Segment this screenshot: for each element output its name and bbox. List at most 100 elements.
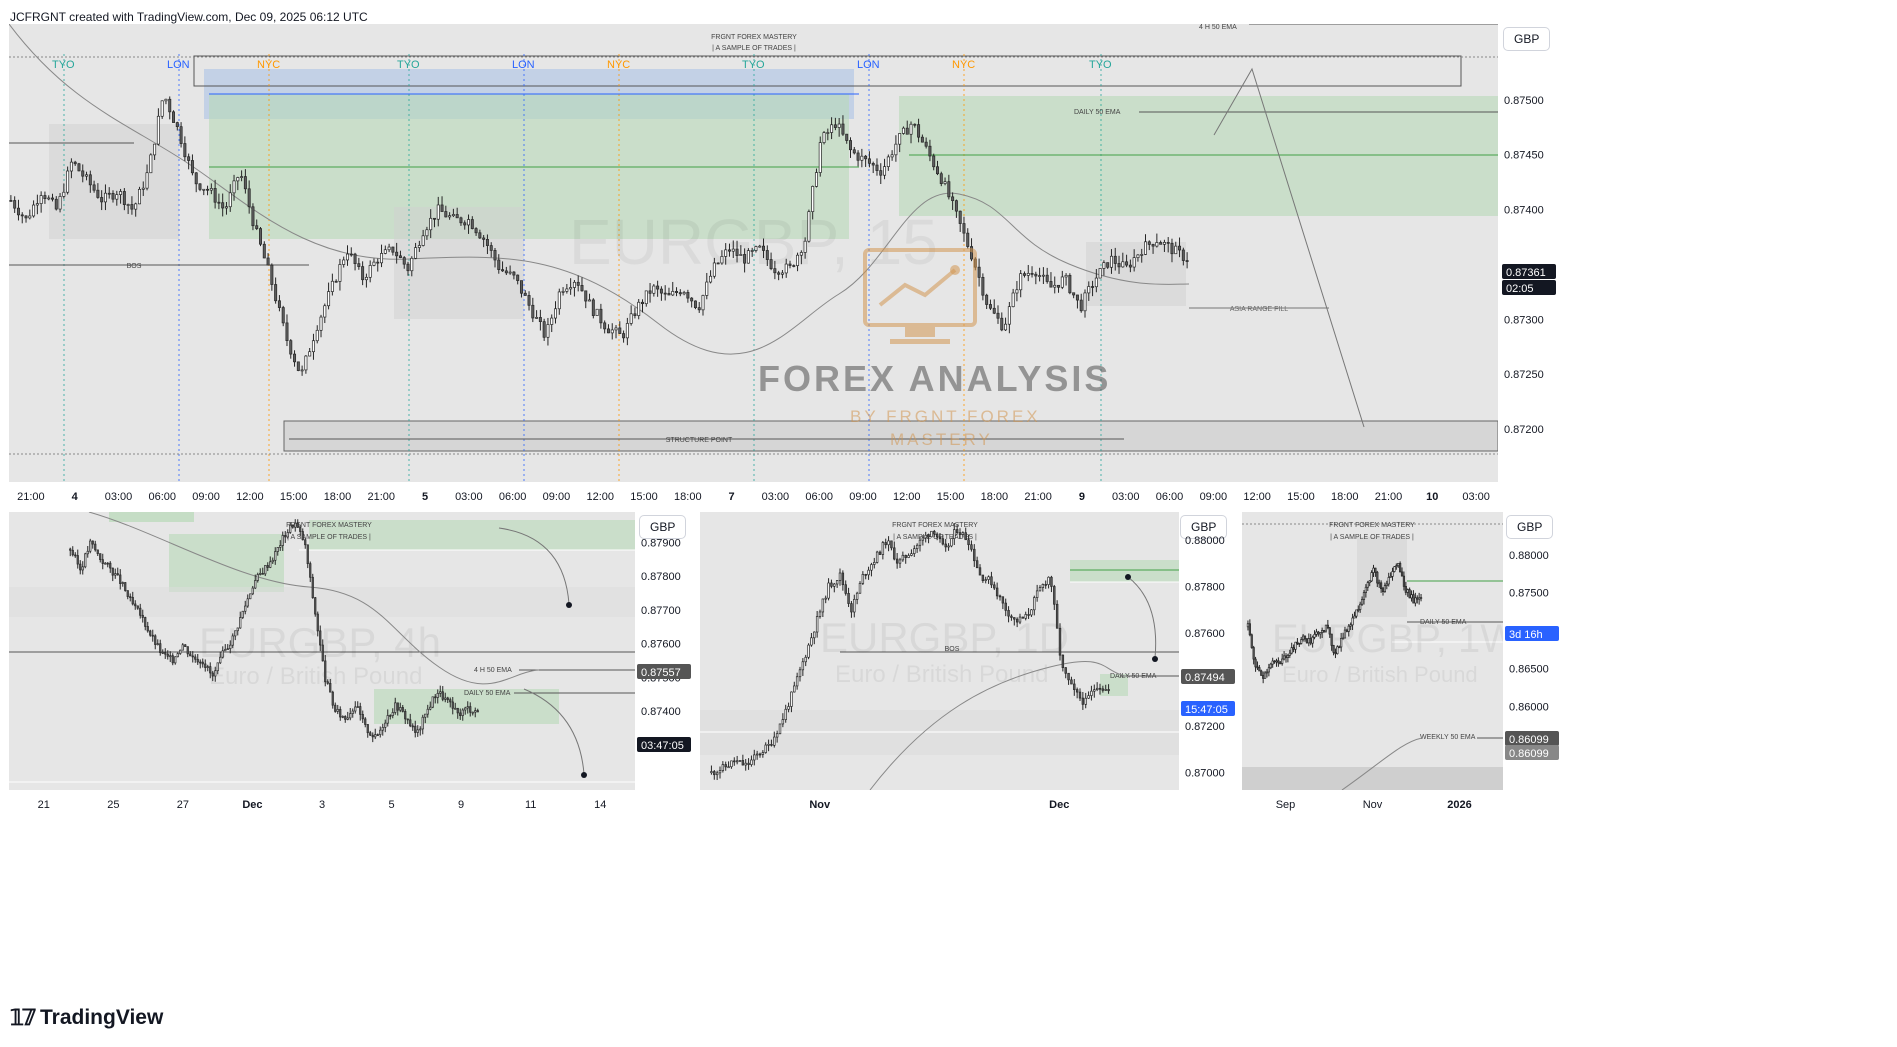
candle-body	[482, 237, 486, 240]
candle-body	[864, 155, 868, 160]
candle-body	[807, 211, 811, 242]
chart-daily-pane[interactable]: FRGNT FOREX MASTERY | A SAMPLE OF TRADES …	[700, 512, 1179, 790]
candle-body	[1381, 588, 1385, 592]
candle	[527, 291, 531, 311]
candle-body	[516, 274, 520, 281]
candle-body	[1078, 691, 1082, 699]
candle-body	[901, 127, 905, 134]
candle-body	[504, 270, 508, 274]
candle	[379, 726, 382, 738]
candle	[1185, 252, 1189, 269]
candle-body	[1389, 576, 1392, 578]
candle-body	[967, 539, 970, 546]
price-label-2-text: 0.86099	[1509, 748, 1549, 760]
candle	[372, 258, 376, 267]
candle	[281, 305, 285, 327]
candle-body	[43, 195, 47, 200]
candle-body	[383, 249, 387, 254]
candle	[793, 681, 796, 693]
candle-body	[346, 717, 349, 720]
candle	[693, 300, 697, 310]
candle-body	[51, 197, 54, 200]
candle	[659, 286, 663, 301]
candle	[361, 261, 365, 286]
candle-body	[935, 533, 939, 538]
candle-body	[804, 656, 807, 663]
candle-body	[841, 123, 845, 135]
candle	[156, 639, 159, 646]
candle-body	[326, 681, 329, 684]
candle	[907, 553, 910, 559]
candle-body	[304, 355, 308, 371]
candle-body	[847, 593, 850, 604]
candle-body	[47, 197, 51, 200]
candle	[744, 758, 747, 771]
candle-body	[821, 598, 825, 613]
time-tick-label: 27	[177, 799, 189, 811]
session-label: LON	[857, 59, 880, 71]
candle-body	[116, 573, 119, 576]
candle-body	[189, 653, 192, 657]
candle-body	[199, 661, 202, 664]
candle-body	[1380, 582, 1383, 590]
candle	[20, 212, 24, 224]
candle	[1258, 665, 1261, 672]
candle-body	[338, 264, 342, 282]
candle	[557, 288, 561, 315]
candle	[77, 162, 81, 172]
candle-body	[767, 744, 770, 746]
candle	[341, 715, 344, 719]
candle	[1041, 583, 1045, 592]
candle-body	[107, 192, 111, 195]
candle-body	[183, 143, 187, 158]
candle	[315, 325, 319, 344]
candle-body	[830, 582, 833, 587]
candle-body	[81, 566, 84, 571]
candle-body	[1015, 618, 1019, 623]
chart-subtitle: | A SAMPLE OF TRADES |	[712, 45, 796, 52]
tradingview-brand[interactable]: 𝟙𝟟 TradingView	[10, 1005, 163, 1031]
candle-body	[451, 214, 455, 217]
candle-body	[232, 180, 236, 194]
candle-body	[96, 549, 99, 554]
candle-body	[855, 592, 859, 600]
candle	[311, 573, 314, 599]
candle-body	[89, 540, 92, 552]
candle-body	[1250, 634, 1253, 648]
candle	[1399, 561, 1402, 573]
candle-body	[930, 530, 933, 538]
candle-body	[28, 215, 32, 219]
candle	[144, 616, 147, 631]
candle-body	[893, 547, 896, 560]
candle-body	[406, 718, 409, 721]
candle-body	[81, 170, 85, 177]
candle-body	[1385, 583, 1388, 586]
target-dot	[581, 772, 587, 778]
time-tick-label: Nov	[809, 799, 831, 811]
candle	[827, 578, 830, 601]
candle	[1246, 620, 1250, 631]
candle	[262, 241, 266, 259]
candle-body	[149, 154, 153, 174]
candle-body	[359, 706, 362, 715]
candle-body	[853, 598, 856, 613]
candle-body	[1414, 597, 1417, 604]
ema-daily-annotation: DAILY 50 EMA	[464, 690, 511, 697]
candle-body	[844, 584, 847, 594]
candle-body	[898, 559, 902, 564]
candle-body	[419, 728, 422, 731]
price-tick-label: 0.87600	[1185, 628, 1225, 640]
candle-body	[159, 643, 162, 653]
candle-body	[860, 155, 864, 161]
candle	[713, 769, 716, 780]
chart-4h-pane[interactable]: FRGNT FOREX MASTERY | A SAMPLE OF TRADES …	[9, 512, 635, 790]
candle-body	[384, 722, 387, 728]
candle-body	[671, 291, 675, 296]
candle	[569, 278, 573, 295]
chart-weekly-pane[interactable]: FRGNT FOREX MASTERY | A SAMPLE OF TRADES …	[1242, 512, 1503, 790]
candle-body	[682, 292, 686, 295]
candle-body	[141, 614, 144, 618]
candle	[168, 96, 172, 120]
candle-body	[461, 709, 464, 716]
candle-body	[194, 172, 198, 185]
